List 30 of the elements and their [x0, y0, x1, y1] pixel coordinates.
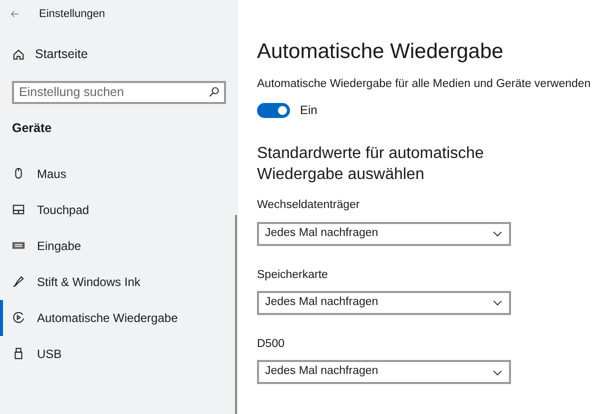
scrollbar[interactable] — [235, 215, 237, 414]
dropdown[interactable]: Jedes Mal nachfragen — [257, 222, 511, 246]
nav-item[interactable]: USB — [0, 336, 238, 372]
dropdown[interactable]: Jedes Mal nachfragen — [257, 360, 511, 384]
mouse-icon — [12, 167, 25, 180]
nav-item[interactable]: Touchpad — [0, 192, 238, 228]
dropdown-label: D500 — [257, 336, 284, 352]
play-circle-icon — [12, 311, 25, 324]
search-field[interactable]: Einstellung suchen — [12, 80, 226, 104]
page-title: Automatische Wiedergabe — [257, 39, 504, 65]
toggle-state: Ein — [300, 102, 318, 120]
pen-icon — [12, 275, 25, 288]
window-title: Einstellungen — [39, 6, 106, 22]
home-link[interactable]: Startseite — [35, 44, 88, 64]
nav-item[interactable]: Eingabe — [0, 228, 238, 264]
search-icon — [208, 86, 220, 98]
back-arrow-icon — [10, 9, 20, 19]
section-heading: Standardwerte für automatische Wiedergabe auswählen — [257, 144, 485, 186]
dropdown[interactable]: Jedes Mal nachfragen — [257, 290, 511, 315]
nav-item[interactable]: Maus — [0, 156, 238, 192]
toggle-switch[interactable] — [257, 102, 290, 118]
nav-item[interactable]: Stift & Windows Ink — [0, 264, 238, 300]
dropdown-label: Speicherkarte — [257, 268, 328, 282]
back-button[interactable] — [10, 8, 20, 20]
usb-icon — [12, 347, 25, 360]
home-icon — [12, 48, 25, 60]
dropdown-label: Wechseldatenträger — [257, 198, 360, 214]
section-heading: Geräte — [12, 120, 52, 137]
setting-label: Automatische Wiedergabe für alle Medien und Geräte verwenden — [257, 77, 591, 92]
touchpad-icon — [12, 203, 25, 216]
